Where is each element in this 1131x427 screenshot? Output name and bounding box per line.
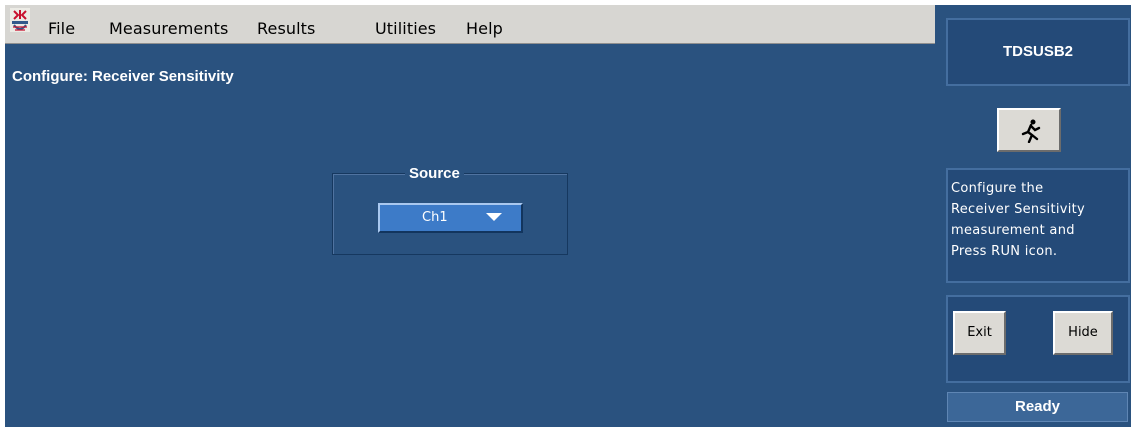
source-dropdown[interactable]: Ch1 (378, 203, 523, 233)
source-dropdown-value: Ch1 (422, 210, 448, 225)
help-line: Configure the (951, 181, 1044, 196)
app-name-box: TDSUSB2 (946, 18, 1130, 86)
hide-button[interactable]: Hide (1053, 311, 1113, 355)
side-panel: TDSUSB2 Configure the Receiver Sensitivi… (938, 5, 1131, 427)
help-line: Press RUN icon. (951, 244, 1058, 259)
source-group: Source Ch1 (332, 165, 568, 255)
help-box: Configure the Receiver Sensitivity measu… (946, 168, 1130, 283)
menu-help[interactable]: Help (466, 19, 503, 39)
running-man-icon (1021, 119, 1041, 143)
menu-measurements[interactable]: Measurements (109, 19, 228, 39)
run-button[interactable] (997, 108, 1061, 152)
help-line: measurement and (951, 223, 1075, 238)
app-logo-icon[interactable] (9, 7, 31, 33)
help-text: Configure the Receiver Sensitivity measu… (951, 178, 1121, 262)
status-bar: Ready (947, 392, 1128, 422)
app-name: TDSUSB2 (1002, 43, 1073, 60)
app-window: File Measurements Results Utilities Help… (5, 5, 1131, 427)
page-title: Configure: Receiver Sensitivity (12, 68, 234, 85)
source-label: Source (405, 165, 464, 182)
exit-button[interactable]: Exit (953, 311, 1006, 355)
menu-utilities[interactable]: Utilities (375, 19, 436, 39)
help-line: Receiver Sensitivity (951, 202, 1086, 217)
chevron-down-icon (486, 213, 502, 221)
menu-bar: File Measurements Results Utilities Help (5, 5, 935, 44)
menu-file[interactable]: File (48, 19, 75, 39)
menu-results[interactable]: Results (257, 19, 315, 39)
